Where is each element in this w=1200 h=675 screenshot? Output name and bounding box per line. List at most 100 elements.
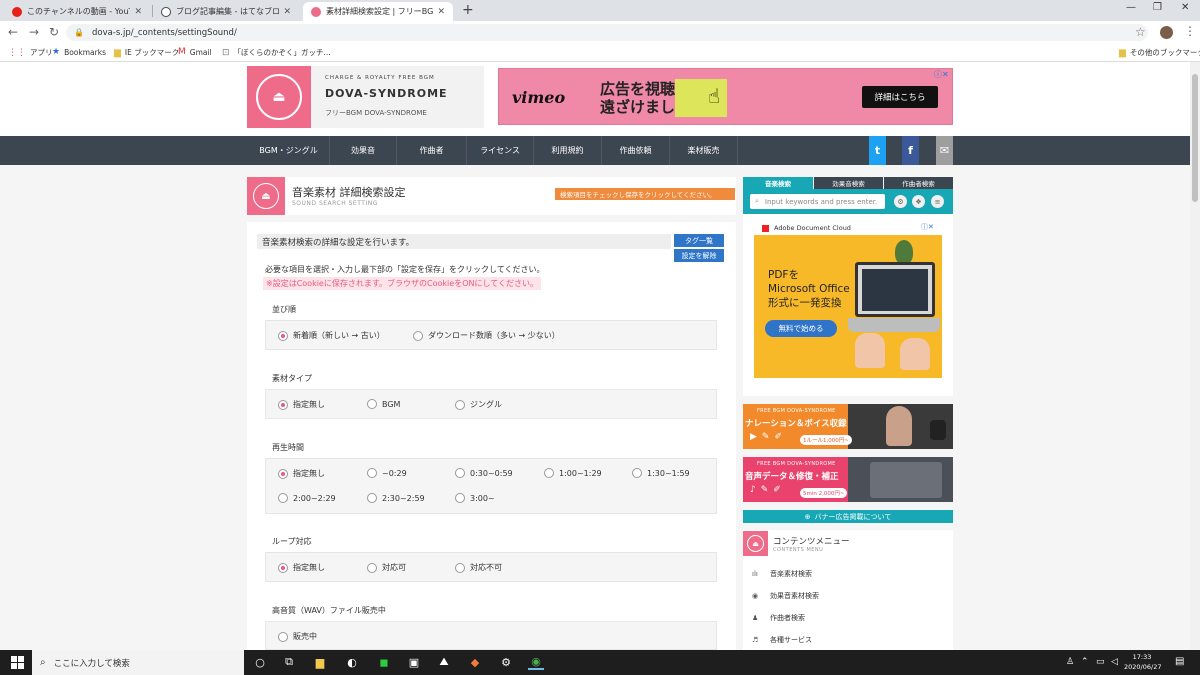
tab-dova-search[interactable]: 素材詳細検索設定 | フリーBGM DOVA-SYNDROME ✕	[303, 2, 453, 21]
tray-chevron-icon[interactable]: ⌃	[1081, 657, 1089, 667]
settings-gear-icon[interactable]: ⚙	[894, 195, 907, 208]
maximize-button[interactable]: ❐	[1153, 2, 1162, 13]
radio-circle[interactable]	[367, 562, 377, 573]
radio-circle[interactable]	[632, 468, 642, 478]
bookmark-other[interactable]: ▆ その他のブックマーク	[1119, 47, 1200, 58]
radio-time-2-00[interactable]: 2:00~2:29	[278, 493, 336, 503]
tag-list-button[interactable]: タグ一覧	[674, 234, 724, 247]
radio-type-jingle[interactable]: ジングル	[455, 399, 502, 410]
ad-details-button[interactable]: 詳細はこちら	[862, 86, 938, 108]
radio-time-2-30[interactable]: 2:30~2:59	[367, 493, 425, 503]
radio-wav-onsale[interactable]: 販売中	[278, 631, 317, 642]
minimize-button[interactable]: —	[1126, 2, 1136, 13]
radio-type-bgm[interactable]: BGM	[367, 399, 400, 409]
radio-circle[interactable]	[278, 631, 288, 642]
forward-button[interactable]: →	[29, 25, 39, 39]
menu-item-services[interactable]: ♬ 各種サービス	[752, 635, 812, 645]
radio-type-none[interactable]: 指定無し	[278, 399, 325, 410]
back-button[interactable]: ←	[8, 25, 18, 39]
close-tab-icon[interactable]: ✕	[283, 7, 291, 17]
reset-settings-button[interactable]: 設定を解除	[674, 249, 724, 262]
menu-item-sfx-search[interactable]: ◉ 効果音素材検索	[752, 591, 819, 601]
list-icon[interactable]: ≡	[931, 195, 944, 208]
mail-icon[interactable]: ✉	[936, 136, 953, 165]
hatena-app-icon[interactable]: ◐	[344, 654, 360, 670]
reload-button[interactable]: ↻	[49, 25, 59, 39]
menu-item-music-search[interactable]: ılı 音楽素材検索	[752, 569, 812, 579]
address-bar[interactable]: 🔒 dova-s.jp/_contents/settingSound/	[66, 24, 1148, 41]
radio-circle-checked[interactable]	[278, 399, 288, 410]
nav-item-request[interactable]: 作曲依頼	[602, 136, 670, 165]
twitter-icon[interactable]: t	[869, 136, 886, 165]
menu-item-composer-search[interactable]: ♟ 作曲者検索	[752, 613, 805, 623]
tab-hatena-blog[interactable]: ブログ記事編集 - はてなブログ ✕	[153, 2, 299, 21]
radio-circle[interactable]	[367, 493, 377, 503]
radio-circle[interactable]	[413, 330, 423, 341]
profile-avatar[interactable]	[1160, 26, 1173, 39]
nav-item-bgm[interactable]: BGM・ジングル	[248, 136, 330, 165]
close-window-button[interactable]: ✕	[1181, 2, 1189, 13]
radio-circle[interactable]	[455, 493, 465, 503]
adobe-start-free-button[interactable]: 無料で始める	[765, 320, 837, 337]
radio-circle-checked[interactable]	[278, 330, 288, 341]
cortana-icon[interactable]: ○	[252, 654, 268, 670]
task-view-icon[interactable]: ⧉	[281, 654, 297, 670]
radio-sort-downloads[interactable]: ダウンロード数順（多い → 少ない）	[413, 330, 560, 341]
tab-composer-search[interactable]: 作曲者検索	[884, 177, 953, 189]
radio-loop-no[interactable]: 対応不可	[455, 562, 502, 573]
taskbar-search-input[interactable]: ⌕ ここに入力して検索	[32, 650, 244, 675]
banner-ad-link[interactable]: ⊕ バナー広告掲載について	[743, 510, 953, 523]
nav-item-composer[interactable]: 作曲者	[397, 136, 467, 165]
tab-sfx-search[interactable]: 効果音検索	[814, 177, 883, 189]
bookmark-apps[interactable]: ⋮⋮ アプリ	[8, 47, 53, 58]
bookmark-gmail[interactable]: M Gmail	[178, 47, 212, 57]
ad-choices-icon[interactable]: ⓘ✕	[921, 222, 934, 232]
tab-music-search[interactable]: 音楽検索	[743, 177, 813, 189]
radio-loop-none[interactable]: 指定無し	[278, 562, 325, 573]
radio-circle[interactable]	[455, 468, 465, 478]
bookmark-star-icon[interactable]: ☆	[1135, 25, 1146, 39]
radio-time-none[interactable]: 指定無し	[278, 468, 325, 479]
radio-circle[interactable]	[544, 468, 554, 478]
network-icon[interactable]: ▭	[1096, 657, 1105, 667]
menu-kebab-icon[interactable]: ⋮	[1184, 24, 1196, 38]
sticky-notes-icon[interactable]: ▣	[406, 654, 422, 670]
radio-circle[interactable]	[455, 399, 465, 410]
taskbar-clock[interactable]: 17:33 2020/06/27	[1124, 652, 1161, 672]
bookmark-ie[interactable]: ▆ IE ブックマーク	[114, 47, 179, 58]
radio-time-1-30[interactable]: 1:30~1:59	[632, 468, 690, 478]
radio-sort-newest[interactable]: 新着順（新しい → 古い）	[278, 330, 385, 341]
line-icon[interactable]: ◼	[376, 654, 392, 670]
radio-circle[interactable]	[455, 562, 465, 573]
ad-choices-icon[interactable]: ⓘ✕	[934, 69, 949, 80]
radio-time-3-00[interactable]: 3:00~	[455, 493, 495, 503]
radio-circle[interactable]	[278, 493, 288, 503]
settings-icon[interactable]: ⚙	[498, 654, 514, 670]
photos-icon[interactable]: ⛰	[436, 654, 452, 670]
radio-circle[interactable]	[367, 399, 377, 409]
radio-circle-checked[interactable]	[278, 562, 288, 573]
new-tab-button[interactable]: +	[462, 2, 474, 18]
volume-icon[interactable]: ◁	[1111, 657, 1118, 667]
nav-item-terms[interactable]: 利用規約	[534, 136, 602, 165]
people-icon[interactable]: ♙	[1066, 657, 1074, 667]
paint-icon[interactable]: ◆	[467, 654, 483, 670]
file-explorer-icon[interactable]: ▆	[312, 654, 328, 670]
radio-circle[interactable]	[367, 468, 377, 478]
scrollbar-thumb[interactable]	[1192, 74, 1198, 202]
windows-start-icon[interactable]	[11, 656, 24, 669]
nav-item-license[interactable]: ライセンス	[467, 136, 534, 165]
nav-item-shop[interactable]: 楽材販売	[670, 136, 738, 165]
tags-icon[interactable]: ❖	[912, 195, 925, 208]
nav-item-sfx[interactable]: 効果音	[330, 136, 397, 165]
close-tab-icon[interactable]: ✕	[134, 7, 142, 17]
bookmark-bokura[interactable]: ⊡ 「ぼくらのかぞく」ガッチ...	[222, 47, 331, 58]
radio-circle-checked[interactable]	[278, 468, 288, 479]
notification-icon[interactable]: ▤	[1175, 656, 1184, 667]
search-input[interactable]: ⌕ Input keywords and press enter.	[750, 194, 885, 209]
radio-time-30-59[interactable]: 0:30~0:59	[455, 468, 513, 478]
close-tab-icon[interactable]: ✕	[437, 7, 445, 17]
chrome-icon[interactable]: ◉	[528, 654, 544, 670]
logo-emblem-icon[interactable]: ⏏	[247, 66, 311, 128]
radio-loop-yes[interactable]: 対応可	[367, 562, 406, 573]
